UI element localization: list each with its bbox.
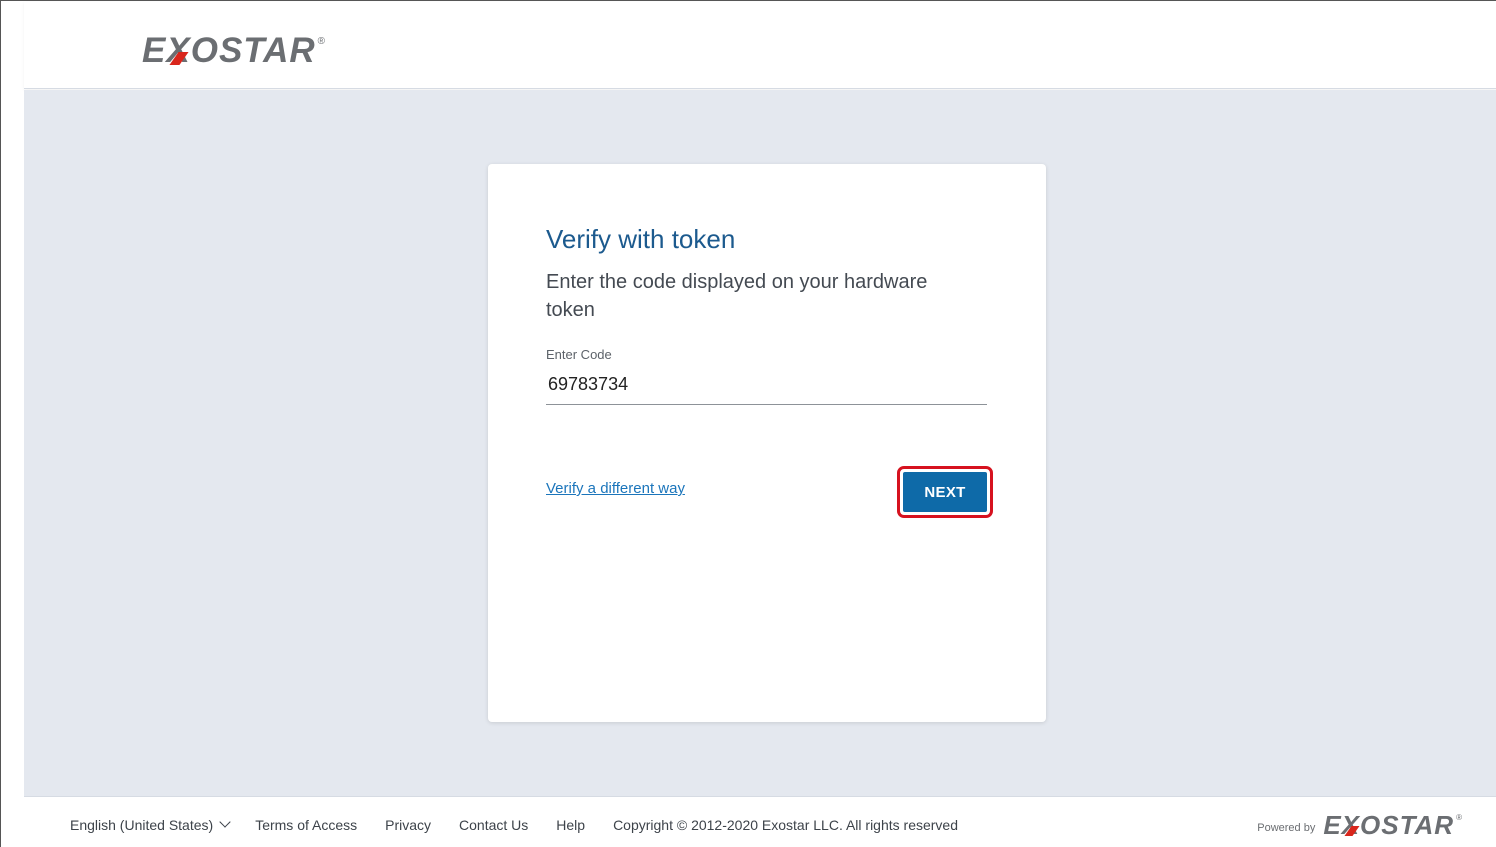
chevron-down-icon [219, 816, 231, 828]
footer-links: English (United States) Terms of Access … [70, 816, 958, 833]
powered-by-label: Powered by [1257, 821, 1316, 834]
next-button[interactable]: NEXT [903, 472, 987, 512]
next-button-highlight: NEXT [897, 466, 993, 518]
header: E X OSTAR ® [24, 2, 1496, 89]
browser-frame: E X OSTAR ® Verify with token Enter the cod… [0, 0, 1496, 847]
language-selector[interactable]: English (United States) [70, 816, 231, 833]
code-input[interactable] [546, 369, 987, 405]
exostar-footer-logo: E X OSTAR ® [1323, 810, 1463, 840]
help-link[interactable]: Help [556, 817, 585, 833]
page-title: Verify with token [546, 224, 736, 254]
exostar-logo: E X OSTAR ® [142, 31, 326, 70]
language-label: English (United States) [70, 817, 214, 833]
terms-link[interactable]: Terms of Access [255, 817, 357, 833]
copyright-text: Copyright © 2012-2020 Exostar LLC. All r… [613, 817, 958, 833]
footer: English (United States) Terms of Access … [24, 796, 1496, 847]
privacy-link[interactable]: Privacy [385, 817, 431, 833]
verify-card: Verify with token Enter the code display… [488, 164, 1046, 722]
left-margin [2, 1, 24, 847]
code-field-label: Enter Code [546, 347, 612, 362]
contact-link[interactable]: Contact Us [459, 817, 528, 833]
verify-different-way-link[interactable]: Verify a different way [546, 480, 685, 497]
main-content: Verify with token Enter the code display… [24, 90, 1496, 796]
instructions-text: Enter the code displayed on your hardwar… [546, 271, 928, 321]
powered-by: Powered by E X OSTAR ® [1257, 810, 1463, 841]
